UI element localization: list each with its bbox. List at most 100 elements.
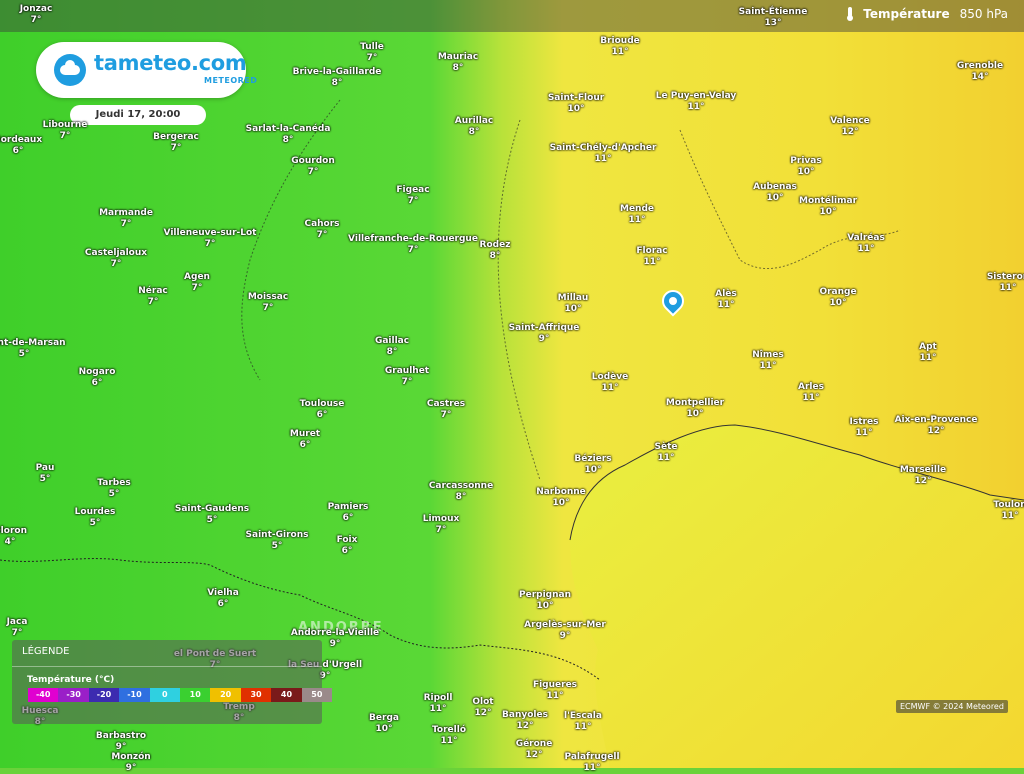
- layer-info[interactable]: Température 850 hPa: [847, 7, 1008, 21]
- city-label[interactable]: Pau 5°: [36, 463, 55, 485]
- city-label[interactable]: Casteljaloux 7°: [85, 248, 147, 270]
- city-label[interactable]: Gaillac 8°: [375, 336, 409, 358]
- city-name: Tulle: [360, 42, 384, 52]
- city-label[interactable]: l'Escala 11°: [564, 711, 602, 733]
- city-label[interactable]: Marmande 7°: [99, 208, 153, 230]
- city-label[interactable]: Graulhet 7°: [385, 366, 429, 388]
- city-label[interactable]: Brioude 11°: [600, 36, 640, 58]
- city-label[interactable]: Nérac 7°: [138, 286, 167, 308]
- city-label[interactable]: Castres 7°: [427, 399, 465, 421]
- city-temperature: 10°: [567, 104, 585, 114]
- city-label[interactable]: Ripoll 11°: [424, 693, 453, 715]
- city-label[interactable]: Saint-Affrique 9°: [509, 323, 580, 345]
- city-temperature: 7°: [120, 219, 132, 229]
- city-label[interactable]: Alès 11°: [715, 289, 737, 311]
- city-label[interactable]: Villefranche-de-Rouergue 7°: [348, 234, 478, 256]
- city-label[interactable]: Nogaro 6°: [79, 367, 116, 389]
- city-label[interactable]: Libourne 7°: [43, 120, 88, 142]
- legend-subtitle: Température (°C): [27, 675, 115, 685]
- city-label[interactable]: Villeneuve-sur-Lot 7°: [164, 228, 257, 250]
- city-label[interactable]: Aurillac 8°: [455, 116, 493, 138]
- city-label[interactable]: Agen 7°: [184, 272, 210, 294]
- city-label[interactable]: Nîmes 11°: [752, 350, 783, 372]
- city-label[interactable]: Béziers 10°: [574, 454, 611, 476]
- city-label[interactable]: Rodez 8°: [480, 240, 511, 262]
- city-label[interactable]: Tarbes 5°: [97, 478, 130, 500]
- layer-level[interactable]: 850 hPa: [960, 7, 1008, 21]
- city-label[interactable]: Figeac 7°: [396, 185, 429, 207]
- city-label[interactable]: Brive-la-Gaillarde 8°: [293, 67, 382, 89]
- city-label[interactable]: Sisteron11°: [987, 272, 1024, 294]
- city-label[interactable]: Jaca 7°: [7, 617, 28, 639]
- city-label[interactable]: Saint-Flour 10°: [548, 93, 604, 115]
- city-temperature: 10°: [829, 298, 847, 308]
- city-label[interactable]: Bordeaux6°: [0, 135, 42, 157]
- city-name: Graulhet: [384, 366, 430, 376]
- city-label[interactable]: Foix 6°: [337, 535, 358, 557]
- city-label[interactable]: Mende 11°: [620, 204, 654, 226]
- city-label[interactable]: Saint-Girons 5°: [246, 530, 309, 552]
- city-label[interactable]: Monzón 9°: [111, 752, 150, 774]
- city-label[interactable]: Aix-en-Provence 12°: [895, 415, 978, 437]
- date-label[interactable]: Jeudi 17, 20:00: [70, 105, 206, 125]
- city-label[interactable]: Montélimar 10°: [799, 196, 857, 218]
- city-label[interactable]: Sète 11°: [655, 442, 678, 464]
- city-label[interactable]: Montpellier 10°: [666, 398, 724, 420]
- city-name: Palafrugell: [564, 752, 620, 762]
- city-temperature: 11°: [759, 361, 777, 371]
- city-label[interactable]: Istres 11°: [850, 417, 879, 439]
- city-label[interactable]: Banyoles 12°: [502, 710, 548, 732]
- city-label[interactable]: Figueres 11°: [533, 680, 577, 702]
- city-label[interactable]: Barbastro 9°: [96, 731, 146, 753]
- city-label[interactable]: Arles 11°: [798, 382, 824, 404]
- city-label[interactable]: Oloron4°: [0, 526, 27, 548]
- city-label[interactable]: Gérone 12°: [516, 739, 553, 761]
- city-label[interactable]: Torelló 11°: [432, 725, 466, 747]
- city-label[interactable]: Pamiers 6°: [328, 502, 369, 524]
- city-label[interactable]: Olot 12°: [472, 697, 493, 719]
- city-label[interactable]: Berga 10°: [369, 713, 399, 735]
- city-label[interactable]: Lodève 11°: [592, 372, 628, 394]
- city-label[interactable]: Millau 10°: [558, 293, 589, 315]
- city-label[interactable]: Palafrugell 11°: [564, 752, 619, 774]
- logo-name: tameteo.com: [94, 51, 247, 75]
- logo[interactable]: tameteo.com METEORED: [36, 42, 257, 98]
- city-label[interactable]: Sarlat-la-Canéda 8°: [246, 124, 331, 146]
- city-temperature: 7°: [110, 259, 122, 269]
- city-label[interactable]: Valréas 11°: [847, 233, 885, 255]
- city-label[interactable]: Mauriac 8°: [438, 52, 478, 74]
- city-label[interactable]: Grenoble 14°: [957, 61, 1003, 83]
- city-label[interactable]: Cahors 7°: [304, 219, 339, 241]
- city-label[interactable]: Le Puy-en-Velay 11°: [656, 91, 737, 113]
- city-label[interactable]: Lourdes 5°: [75, 507, 116, 529]
- city-label[interactable]: Gourdon 7°: [291, 156, 334, 178]
- city-label[interactable]: Argelès-sur-Mer 9°: [524, 620, 606, 642]
- city-label[interactable]: Marseille 12°: [900, 465, 946, 487]
- city-label[interactable]: Saint-Étienne 13°: [739, 7, 808, 29]
- city-label[interactable]: Privas 10°: [790, 156, 821, 178]
- city-label[interactable]: Carcassonne 8°: [429, 481, 493, 503]
- city-label[interactable]: Tulle 7°: [360, 42, 384, 64]
- city-label[interactable]: Perpignan 10°: [519, 590, 571, 612]
- city-label[interactable]: Apt 11°: [919, 342, 937, 364]
- city-label[interactable]: Mont-de-Marsan5°: [0, 338, 66, 360]
- city-label[interactable]: Orange 10°: [819, 287, 856, 309]
- city-label[interactable]: Saint-Chély-d'Apcher 11°: [550, 143, 657, 165]
- city-label[interactable]: Saint-Gaudens 5°: [175, 504, 249, 526]
- city-label[interactable]: Valence 12°: [830, 116, 870, 138]
- city-temperature: 10°: [375, 724, 393, 734]
- city-label[interactable]: Bergerac 7°: [153, 132, 199, 154]
- city-label[interactable]: Aubenas 10°: [753, 182, 797, 204]
- city-label[interactable]: Muret 6°: [290, 429, 320, 451]
- city-label[interactable]: Toulouse 6°: [300, 399, 345, 421]
- top-bar: Température 850 hPa: [0, 0, 1024, 32]
- legend-scale-step: -20: [88, 688, 120, 702]
- city-label[interactable]: Vielha 6°: [207, 588, 239, 610]
- city-label[interactable]: Jonzac 7°: [20, 4, 53, 26]
- city-label[interactable]: Toulon 11°: [993, 500, 1024, 522]
- city-label[interactable]: Limoux 7°: [423, 514, 460, 536]
- city-label[interactable]: Florac 11°: [636, 246, 667, 268]
- city-label[interactable]: Moissac 7°: [248, 292, 288, 314]
- legend-panel[interactable]: LÉGENDE Température (°C) -40 -30 -20 -10 0 10…: [12, 640, 333, 724]
- city-label[interactable]: Narbonne 10°: [536, 487, 586, 509]
